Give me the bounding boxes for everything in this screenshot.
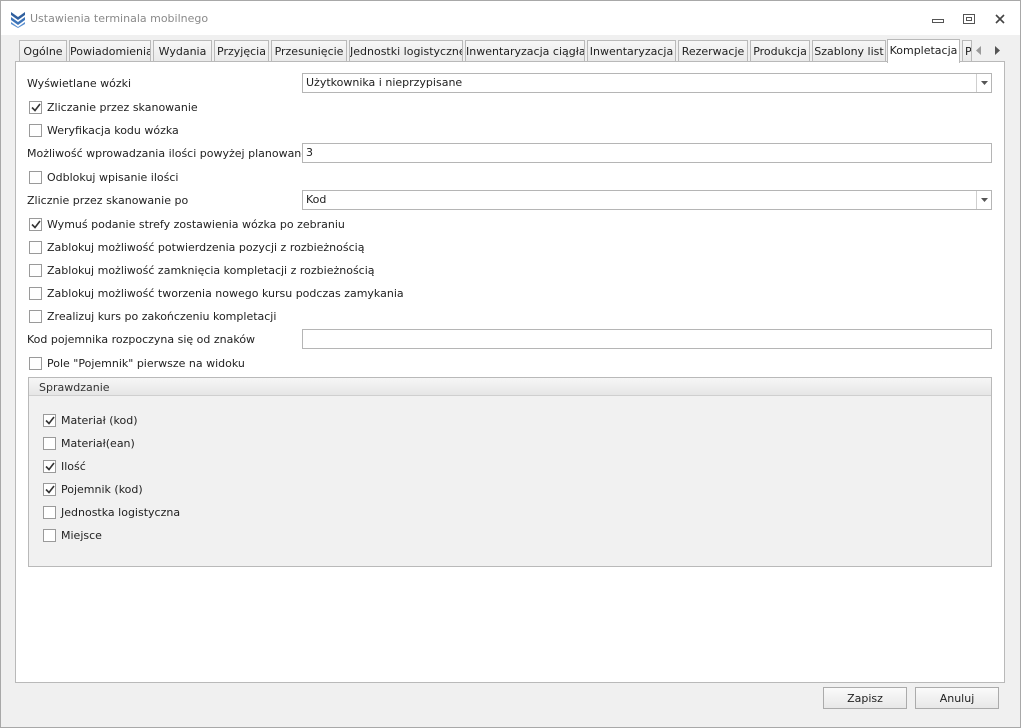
container-first-label: Pole "Pojemnik" pierwsze na widoku (47, 356, 245, 370)
over-qty-label: Możliwość wprowadzania ilości powyżej pl… (27, 147, 343, 160)
force-zone-label: Wymuś podanie strefy zostawienia wózka p… (47, 217, 345, 231)
checkmark-icon (44, 416, 55, 425)
check-logistic-unit-label: Jednostka logistyczna (61, 505, 181, 519)
checkbox-box[interactable] (43, 528, 56, 542)
block-close-checkbox[interactable]: Zablokuj możliwość zamknięcia kompletacj… (29, 262, 375, 278)
checkbox-box[interactable] (43, 436, 56, 450)
chevron-left-icon (976, 45, 981, 55)
verify-cart-code-checkbox[interactable]: Weryfikacja kodu wózka (29, 122, 179, 138)
container-first-checkbox[interactable]: Pole "Pojemnik" pierwsze na widoku (29, 355, 245, 371)
tab-jednostki-logistyczne[interactable]: Jednostki logistyczne (349, 40, 463, 62)
unlock-qty-label: Odblokuj wpisanie ilości (47, 170, 179, 184)
block-confirm-label: Zablokuj możliwość potwierdzenia pozycji… (47, 240, 365, 254)
minimize-icon (932, 19, 944, 23)
tab-przyjecia[interactable]: Przyjęcia (214, 40, 269, 62)
tab-inwentaryzacja-ciagla[interactable]: Inwentaryzacja ciągła (465, 40, 585, 62)
window-title: Ustawienia terminala mobilnego (30, 12, 209, 25)
count-by-label: Zlicznie przez skanowanie po (27, 194, 189, 207)
tab-inwentaryzacja[interactable]: Inwentaryzacja (587, 40, 676, 62)
checkbox-box[interactable] (29, 263, 42, 277)
check-quantity-label: Ilość (61, 459, 86, 473)
check-material-ean-checkbox[interactable]: Materiał(ean) (43, 435, 135, 451)
check-material-code-label: Materiał (kod) (61, 413, 138, 427)
checkmark-icon (44, 485, 55, 494)
kompletacja-panel: Wyświetlane wózki Użytkownika i nieprzyp… (15, 61, 1005, 683)
tab-wydania[interactable]: Wydania (153, 40, 212, 62)
complete-course-checkbox[interactable]: Zrealizuj kurs po zakończeniu kompletacj… (29, 308, 276, 324)
check-material-ean-label: Materiał(ean) (61, 436, 135, 450)
block-confirm-checkbox[interactable]: Zablokuj możliwość potwierdzenia pozycji… (29, 239, 364, 255)
tab-scroll-left-button[interactable] (972, 43, 986, 57)
checkbox-box[interactable] (29, 286, 42, 300)
check-location-label: Miejsce (61, 528, 102, 542)
checkbox-box[interactable] (43, 482, 56, 496)
tab-rezerwacje[interactable]: Rezerwacje (678, 40, 748, 62)
check-container-code-label: Pojemnik (kod) (61, 482, 143, 496)
tab-partial[interactable]: P (962, 40, 972, 62)
app-logo-icon (10, 10, 26, 28)
count-by-scan-label: Zliczanie przez skanowanie (47, 100, 198, 114)
checkmark-icon (44, 462, 55, 471)
settings-window: Ustawienia terminala mobilnego Ogólne Po… (0, 0, 1021, 728)
maximize-icon (963, 14, 975, 24)
checkmark-icon (30, 103, 41, 112)
check-group-header: Sprawdzanie (29, 378, 991, 396)
title-bar[interactable]: Ustawienia terminala mobilnego (1, 1, 1020, 35)
check-material-code-checkbox[interactable]: Materiał (kod) (43, 412, 138, 428)
block-new-course-checkbox[interactable]: Zablokuj możliwość tworzenia nowego kurs… (29, 285, 404, 301)
checkbox-box[interactable] (29, 356, 42, 370)
checkbox-box[interactable] (29, 170, 42, 184)
cancel-button[interactable]: Anuluj (915, 687, 999, 709)
check-logistic-unit-checkbox[interactable]: Jednostka logistyczna (43, 504, 180, 520)
container-prefix-input[interactable] (302, 329, 992, 349)
chevron-right-icon (995, 45, 1000, 55)
carts-combo-value: Użytkownika i nieprzypisane (306, 76, 463, 89)
checkbox-box[interactable] (43, 459, 56, 473)
carts-combo-dropdown[interactable] (976, 74, 991, 92)
force-zone-checkbox[interactable]: Wymuś podanie strefy zostawienia wózka p… (29, 216, 345, 232)
checkbox-box[interactable] (43, 505, 56, 519)
check-quantity-checkbox[interactable]: Ilość (43, 458, 86, 474)
close-button[interactable] (987, 9, 1013, 29)
checkbox-box[interactable] (29, 217, 42, 231)
complete-course-label: Zrealizuj kurs po zakończeniu kompletacj… (47, 309, 277, 323)
tab-kompletacja[interactable]: Kompletacja (887, 39, 960, 63)
tab-strip: Ogólne Powiadomienia Wydania Przyjęcia P… (16, 39, 1006, 63)
count-by-combo-dropdown[interactable] (976, 191, 991, 209)
unlock-qty-checkbox[interactable]: Odblokuj wpisanie ilości (29, 169, 178, 185)
check-group-title: Sprawdzanie (39, 381, 110, 394)
checkbox-box[interactable] (29, 123, 42, 137)
chevron-down-icon (980, 81, 988, 85)
container-prefix-label: Kod pojemnika rozpoczyna się od znaków (27, 333, 256, 346)
check-group: Sprawdzanie Materiał (kod) Materiał(ean)… (28, 377, 992, 567)
verify-cart-code-label: Weryfikacja kodu wózka (47, 123, 179, 137)
carts-combo[interactable]: Użytkownika i nieprzypisane (302, 73, 992, 93)
check-container-code-checkbox[interactable]: Pojemnik (kod) (43, 481, 143, 497)
over-qty-input[interactable]: 3 (302, 143, 992, 163)
checkbox-box[interactable] (43, 413, 56, 427)
carts-label: Wyświetlane wózki (27, 77, 132, 90)
block-new-course-label: Zablokuj możliwość tworzenia nowego kurs… (47, 286, 404, 300)
count-by-combo[interactable]: Kod (302, 190, 992, 210)
checkmark-icon (30, 220, 41, 229)
close-icon (995, 14, 1005, 24)
maximize-button[interactable] (956, 9, 982, 29)
tab-produkcja[interactable]: Produkcja (750, 40, 810, 62)
check-location-checkbox[interactable]: Miejsce (43, 527, 102, 543)
checkbox-box[interactable] (29, 100, 42, 114)
checkbox-box[interactable] (29, 309, 42, 323)
tab-przesuniecie[interactable]: Przesunięcie (271, 40, 347, 62)
count-by-scan-checkbox[interactable]: Zliczanie przez skanowanie (29, 99, 198, 115)
tab-scroll-right-button[interactable] (990, 43, 1004, 57)
chevron-down-icon (980, 198, 988, 202)
tab-ogolne[interactable]: Ogólne (19, 40, 67, 62)
minimize-button[interactable] (925, 9, 951, 29)
checkbox-box[interactable] (29, 240, 42, 254)
block-close-label: Zablokuj możliwość zamknięcia kompletacj… (47, 263, 375, 277)
save-button[interactable]: Zapisz (823, 687, 907, 709)
tab-powiadomienia[interactable]: Powiadomienia (69, 40, 151, 62)
tab-szablony-list[interactable]: Szablony list (812, 40, 886, 62)
count-by-combo-value: Kod (306, 193, 327, 206)
